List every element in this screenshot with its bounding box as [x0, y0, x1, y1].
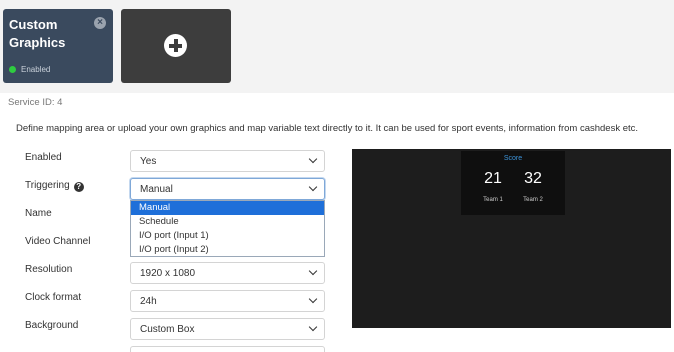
- tile-title: Custom Graphics: [9, 17, 66, 50]
- resolution-value: 1920 x 1080: [140, 268, 196, 279]
- dropdown-option[interactable]: Schedule: [131, 215, 324, 229]
- team2-score: 32: [524, 170, 542, 187]
- enabled-value: Yes: [140, 156, 157, 167]
- background-label: Background: [25, 320, 79, 331]
- triggering-select[interactable]: Manual: [130, 178, 325, 200]
- question-circle-icon[interactable]: ?: [73, 182, 84, 192]
- close-icon[interactable]: ×: [94, 17, 106, 29]
- enabled-label: Enabled: [25, 152, 62, 163]
- background-select[interactable]: Custom Box: [130, 318, 325, 340]
- service-settings-panel: Service ID: 4 Define mapping area or upl…: [0, 93, 674, 352]
- description-text: Define mapping area or upload your own g…: [16, 123, 639, 134]
- status-text: Enabled: [21, 65, 51, 74]
- score-title: Score: [503, 155, 523, 162]
- triggering-dropdown: Manual Schedule I/O port (Input 1) I/O p…: [130, 200, 325, 257]
- dropdown-option[interactable]: I/O port (Input 1): [131, 229, 324, 243]
- clock-format-label: Clock format: [25, 292, 82, 303]
- triggering-label: Triggering: [25, 180, 70, 191]
- chevron-down-icon: [308, 182, 318, 192]
- resolution-select[interactable]: 1920 x 1080: [130, 262, 325, 284]
- chevron-down-icon: [308, 322, 318, 332]
- graphics-preview: Score 21 32 Team 1 Team 2: [352, 149, 671, 328]
- chevron-down-icon: [308, 154, 318, 164]
- triggering-label-row: Triggering?: [25, 180, 84, 192]
- chevron-down-icon: [308, 266, 318, 276]
- dropdown-option[interactable]: Manual: [131, 201, 324, 215]
- chevron-down-icon: [308, 294, 318, 304]
- service-id: Service ID: 4: [8, 97, 63, 108]
- team2-name: Team 2: [523, 197, 543, 203]
- dropdown-option[interactable]: I/O port (Input 2): [131, 243, 324, 257]
- custom-graphics-tile[interactable]: Custom Graphics × Enabled: [3, 9, 113, 83]
- next-field-select[interactable]: [130, 346, 325, 352]
- add-service-tile[interactable]: [121, 9, 231, 83]
- clock-format-select[interactable]: 24h: [130, 290, 325, 312]
- enabled-select[interactable]: Yes: [130, 150, 325, 172]
- team1-name: Team 1: [483, 197, 503, 203]
- video-channel-label: Video Channel: [25, 236, 91, 247]
- background-value: Custom Box: [140, 324, 195, 335]
- tile-status: Enabled: [9, 65, 50, 74]
- name-label: Name: [25, 208, 52, 219]
- resolution-label: Resolution: [25, 264, 73, 275]
- triggering-value: Manual: [140, 184, 173, 195]
- status-dot-icon: [9, 66, 16, 73]
- score-overlay: Score 21 32 Team 1 Team 2: [461, 151, 565, 215]
- plus-circle-icon: [164, 34, 187, 57]
- team1-score: 21: [484, 170, 502, 187]
- service-tiles-bar: Custom Graphics × Enabled: [0, 0, 674, 93]
- clock-format-value: 24h: [140, 296, 157, 307]
